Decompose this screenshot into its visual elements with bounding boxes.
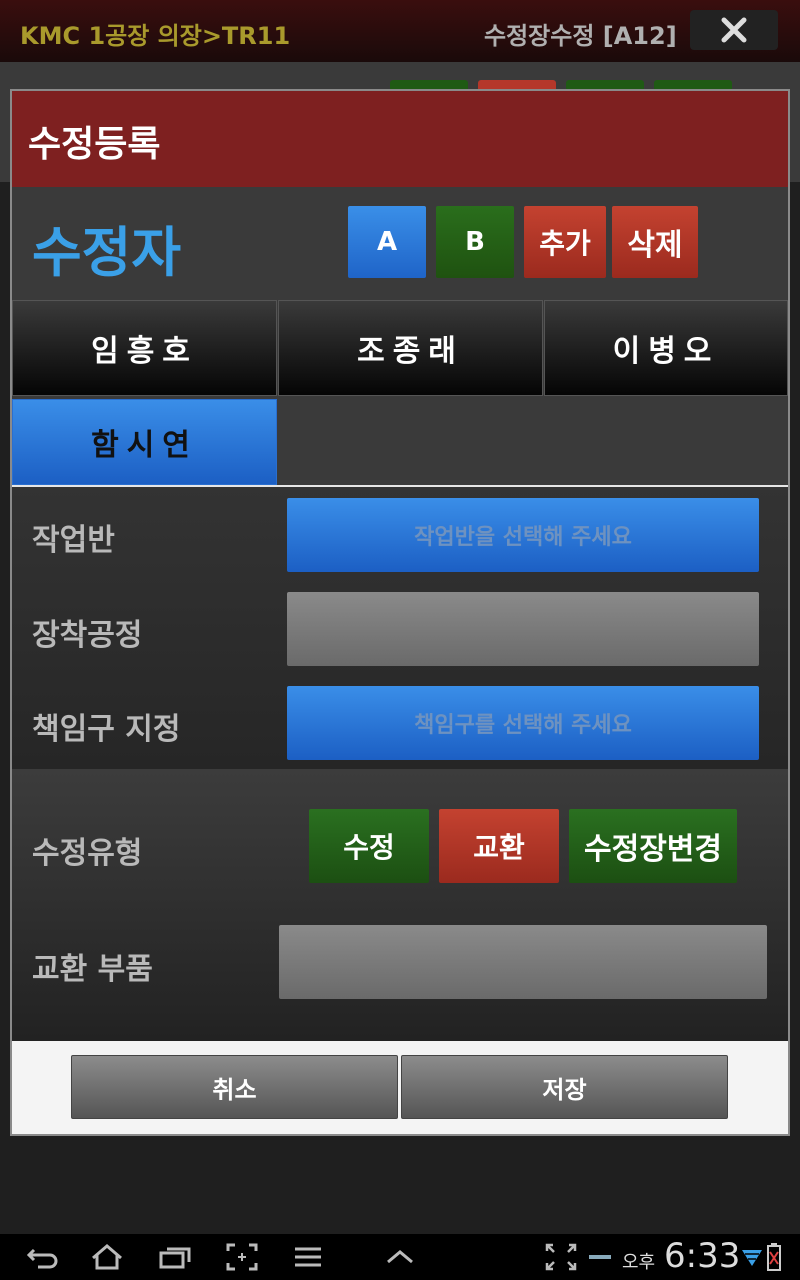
system-nav-bar: 오후 6:33	[0, 1234, 800, 1280]
top-bar: KMC 1공장 의장>TR11 수정장수정 [A12]	[0, 0, 800, 62]
editor-b-button[interactable]: B	[436, 206, 514, 278]
add-editor-button[interactable]: 추가	[524, 206, 606, 278]
close-button[interactable]	[690, 10, 778, 50]
wifi-icon	[742, 1250, 762, 1266]
work-team-label: 작업반	[32, 523, 115, 558]
repair-type-edit-button[interactable]: 수정	[309, 809, 429, 883]
editor-label: 수정자	[32, 221, 182, 284]
ampm-label: 오후	[622, 1252, 656, 1273]
editor-item[interactable]: 이병오	[544, 300, 788, 396]
repair-type-change-button[interactable]: 수정장변경	[569, 809, 737, 883]
screenshot-icon[interactable]	[225, 1242, 259, 1272]
repair-type-swap-button[interactable]: 교환	[439, 809, 559, 883]
cancel-button[interactable]: 취소	[71, 1055, 398, 1119]
process-label: 장착공정	[32, 618, 143, 653]
minus-icon	[589, 1255, 611, 1259]
home-icon[interactable]	[90, 1242, 124, 1272]
screen-title: 수정장수정 [A12]	[484, 22, 677, 50]
swap-part-field[interactable]	[279, 925, 767, 999]
location-title: KMC 1공장 의장>TR11	[20, 22, 291, 50]
dialog-header: 수정등록	[12, 91, 788, 187]
fullscreen-icon[interactable]	[544, 1242, 578, 1272]
editor-a-button[interactable]: A	[348, 206, 426, 278]
close-icon	[721, 17, 747, 43]
app-root: KMC 1공장 의장>TR11 수정장수정 [A12] 수정등록 수정자 A B…	[0, 0, 800, 1280]
menu-icon[interactable]	[291, 1242, 325, 1272]
responsible-label: 책임구 지정	[32, 712, 181, 747]
process-field[interactable]	[287, 592, 759, 666]
recent-apps-icon[interactable]	[158, 1242, 192, 1272]
editor-item[interactable]: 조종래	[278, 300, 543, 396]
dialog-title: 수정등록	[28, 124, 161, 165]
editor-item-selected[interactable]: 함시연	[12, 399, 277, 485]
editor-item[interactable]: 임흥호	[12, 300, 277, 396]
work-team-select[interactable]: 작업반을 선택해 주세요	[287, 498, 759, 572]
clock: 6:33	[664, 1236, 741, 1276]
chevron-up-icon[interactable]	[383, 1242, 417, 1272]
delete-editor-button[interactable]: 삭제	[612, 206, 698, 278]
battery-icon	[767, 1243, 781, 1271]
responsible-select[interactable]: 책임구를 선택해 주세요	[287, 686, 759, 760]
back-icon[interactable]	[26, 1242, 60, 1272]
repair-type-label: 수정유형	[32, 836, 143, 871]
swap-part-label: 교환 부품	[32, 952, 153, 987]
save-button[interactable]: 저장	[401, 1055, 728, 1119]
